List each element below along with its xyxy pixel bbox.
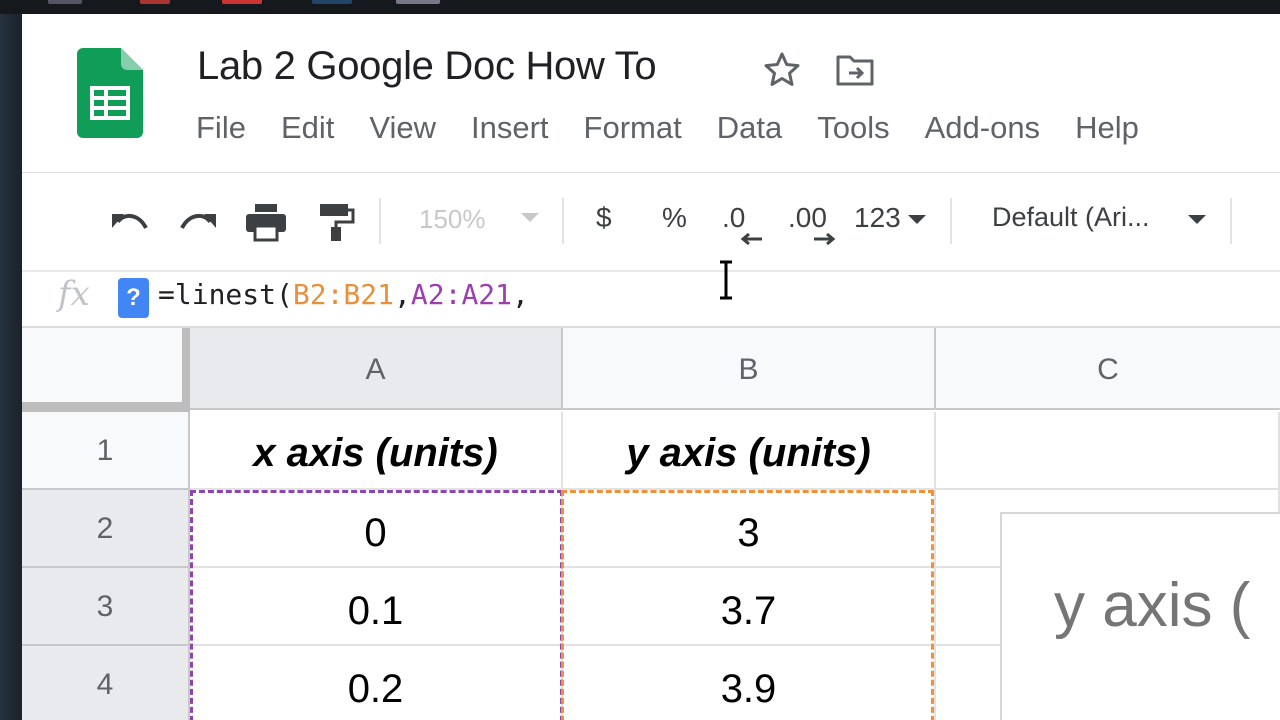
column-header-a[interactable]: A <box>190 328 563 410</box>
row-header-4[interactable]: 4 <box>22 646 190 720</box>
frozen-column-bar[interactable] <box>182 328 190 412</box>
row-header-3[interactable]: 3 <box>22 568 190 646</box>
cell-b4[interactable]: 3.9 <box>563 646 936 720</box>
cell-c1[interactable] <box>936 412 1280 490</box>
percent-format-button[interactable]: % <box>662 202 687 234</box>
cell-b3[interactable]: 3.7 <box>563 568 936 646</box>
formula-range-x: A2:A21 <box>410 278 513 311</box>
font-caret-icon[interactable] <box>1188 215 1206 224</box>
cell-b2[interactable]: 3 <box>563 490 936 568</box>
menu-data[interactable]: Data <box>717 110 782 146</box>
toolbar-separator <box>950 198 952 244</box>
cell-b1[interactable]: y axis (units) <box>563 412 936 490</box>
paint-format-icon[interactable] <box>318 202 356 242</box>
number-format-button[interactable]: 123 <box>854 202 901 234</box>
chart-title: y axis ( <box>1054 571 1251 640</box>
text-cursor-icon <box>720 260 732 300</box>
toolbar-separator <box>562 198 564 244</box>
formula-input[interactable]: =linest(B2:B21,A2:A21, <box>158 278 529 311</box>
document-title[interactable]: Lab 2 Google Doc How To <box>197 44 657 89</box>
formula-range-y: B2:B21 <box>292 278 395 311</box>
increase-decimal-button[interactable]: .00 <box>788 202 827 234</box>
formula-suffix: , <box>512 278 529 311</box>
menu-bar: File Edit View Insert Format Data Tools … <box>196 110 1174 146</box>
row-header-2[interactable]: 2 <box>22 490 190 568</box>
menu-insert[interactable]: Insert <box>471 110 549 146</box>
menu-format[interactable]: Format <box>584 110 682 146</box>
menu-file[interactable]: File <box>196 110 246 146</box>
toolbar-separator <box>379 198 381 244</box>
formula-help-icon[interactable]: ? <box>118 278 149 318</box>
menu-edit[interactable]: Edit <box>281 110 334 146</box>
os-tab-indicator <box>222 0 262 4</box>
move-to-folder-icon[interactable] <box>835 52 875 88</box>
cell-a1[interactable]: x axis (units) <box>190 412 563 490</box>
desktop-edge <box>0 14 22 720</box>
number-format-caret-icon[interactable] <box>908 215 926 224</box>
star-icon[interactable] <box>762 50 802 90</box>
cell-a4[interactable]: 0.2 <box>190 646 563 720</box>
os-top-bar <box>0 0 1280 14</box>
undo-icon[interactable] <box>108 202 152 242</box>
toolbar-separator <box>1230 198 1232 244</box>
embedded-chart[interactable]: y axis ( <box>1000 512 1280 720</box>
zoom-caret-icon[interactable] <box>521 213 539 222</box>
sheets-window: Lab 2 Google Doc How To File Edit View I… <box>22 14 1280 720</box>
os-tab-indicator <box>48 0 82 4</box>
menu-view[interactable]: View <box>369 110 436 146</box>
cell-a2[interactable]: 0 <box>190 490 563 568</box>
menu-addons[interactable]: Add-ons <box>925 110 1040 146</box>
currency-format-button[interactable]: $ <box>596 202 612 234</box>
font-family-select[interactable]: Default (Ari... <box>992 202 1150 233</box>
arrow-left-icon <box>740 232 762 246</box>
sheets-logo-icon[interactable] <box>77 48 143 138</box>
arrow-right-icon <box>814 232 836 246</box>
row-header-1[interactable]: 1 <box>22 412 190 490</box>
menu-help[interactable]: Help <box>1075 110 1139 146</box>
zoom-select[interactable]: 150% <box>419 204 486 235</box>
formula-prefix: =linest( <box>158 278 293 311</box>
os-tab-indicator <box>312 0 352 4</box>
redo-icon[interactable] <box>176 202 220 242</box>
formula-comma: , <box>394 278 411 311</box>
fx-icon: fx <box>58 274 90 314</box>
os-tab-indicator <box>140 0 170 4</box>
os-tab-indicator <box>396 0 440 4</box>
cell-a3[interactable]: 0.1 <box>190 568 563 646</box>
column-header-c[interactable]: C <box>936 328 1280 410</box>
decrease-decimal-button[interactable]: .0 <box>722 202 745 234</box>
menu-tools[interactable]: Tools <box>817 110 889 146</box>
select-all-corner[interactable] <box>22 328 182 412</box>
frozen-row-bar[interactable] <box>22 402 190 412</box>
column-header-b[interactable]: B <box>563 328 936 410</box>
print-icon[interactable] <box>244 202 288 242</box>
